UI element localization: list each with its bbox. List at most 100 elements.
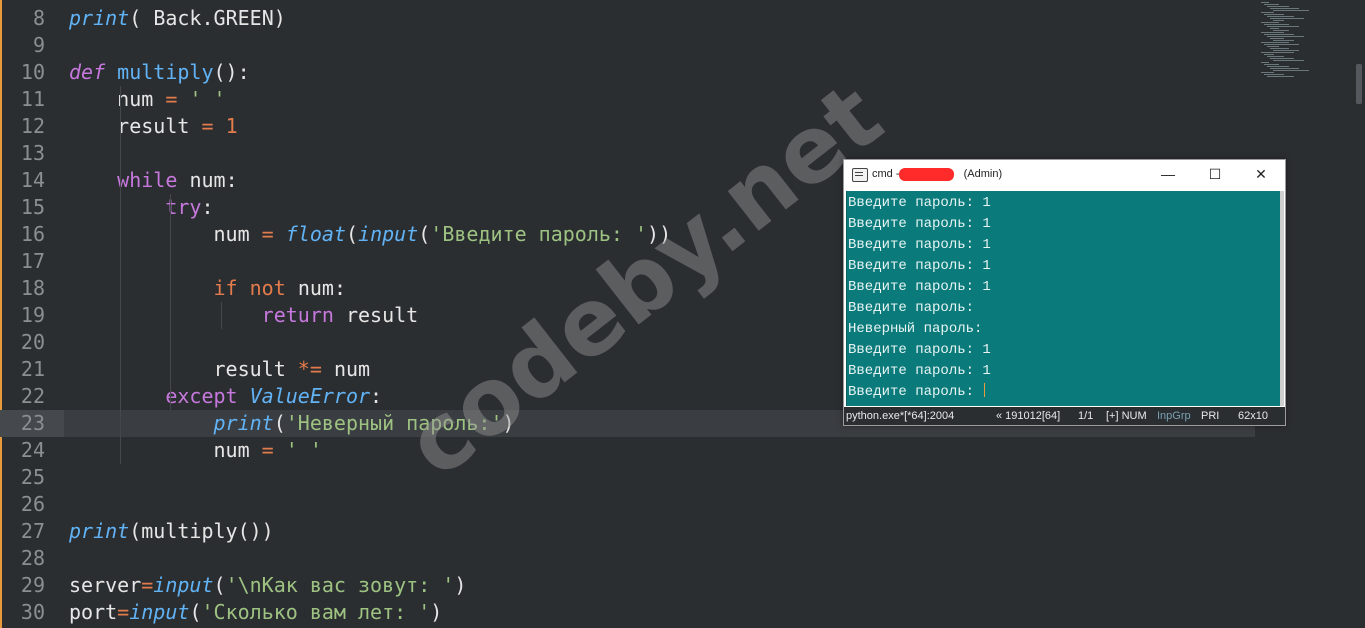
- code-line[interactable]: 11 num = ' ': [0, 86, 1255, 113]
- minimap-line: [1273, 50, 1299, 51]
- line-number: 20: [20, 330, 45, 354]
- code-line[interactable]: 9: [0, 32, 1255, 59]
- code-text: num = float(input('Введите пароль: ')): [213, 222, 672, 246]
- line-number: 8: [32, 6, 45, 30]
- console-line: Введите пароль: 1: [848, 342, 991, 358]
- code-line[interactable]: 29 server=input('\nКак вас зовут: '): [0, 572, 1255, 599]
- redaction-mark: [899, 168, 954, 181]
- code-text: num = ' ': [213, 438, 322, 462]
- minimap-line: [1261, 12, 1274, 13]
- line-number: 19: [20, 303, 45, 327]
- minimap-line: [1273, 70, 1309, 71]
- editor-scrollbar[interactable]: [1356, 64, 1362, 104]
- minimap-line: [1264, 54, 1274, 55]
- minimap-line: [1270, 68, 1299, 69]
- code-line[interactable]: 26: [0, 491, 1255, 518]
- code-line[interactable]: 10 def multiply():: [0, 59, 1255, 86]
- minimap-line: [1273, 30, 1289, 31]
- minimap-line: [1267, 16, 1294, 17]
- code-line[interactable]: 24 num = ' ': [0, 437, 1255, 464]
- line-number: 30: [20, 600, 45, 624]
- line-number: 26: [20, 492, 45, 516]
- minimap-line: [1270, 18, 1304, 19]
- line-number: 29: [20, 573, 45, 597]
- code-text: except ValueError:: [165, 384, 383, 408]
- status-flags: [+] NUM: [1106, 410, 1147, 422]
- code-line[interactable]: 27 print(multiply()): [0, 518, 1255, 545]
- console-scrollbar[interactable]: [1280, 191, 1284, 406]
- status-process: python.exe*[*64]:2004: [846, 410, 955, 422]
- code-text: while num:: [117, 168, 238, 192]
- console-line: Введите пароль: 1: [848, 279, 991, 295]
- code-text: if not num:: [213, 276, 346, 300]
- code-text: print('Неверный пароль:'): [213, 411, 515, 435]
- code-text: try:: [165, 195, 214, 219]
- code-text: print( Back.GREEN): [69, 6, 286, 30]
- line-number: 23: [20, 411, 45, 435]
- line-number: 11: [20, 87, 45, 111]
- status-inpgrp: InpGrp: [1157, 410, 1191, 422]
- console-output[interactable]: Введите пароль: 1 Введите пароль: 1 Введит…: [846, 191, 1281, 406]
- code-line[interactable]: 12 result = 1: [0, 113, 1255, 140]
- minimap-line: [1270, 8, 1299, 9]
- indent-guide: [170, 194, 171, 410]
- console-line: Введите пароль: 1: [848, 195, 991, 211]
- minimap-line: [1264, 34, 1294, 35]
- line-number: 27: [20, 519, 45, 543]
- close-button[interactable]: ✕: [1238, 160, 1284, 189]
- line-number: 18: [20, 276, 45, 300]
- line-number: 21: [20, 357, 45, 381]
- code-text: def multiply():: [69, 60, 250, 84]
- console-titlebar[interactable]: cmd - (Admin) — ☐ ✕: [844, 160, 1285, 189]
- minimap-line: [1267, 36, 1304, 37]
- code-text: return result: [261, 303, 419, 327]
- maximize-button[interactable]: ☐: [1192, 160, 1238, 189]
- minimap-line: [1267, 26, 1299, 27]
- console-window[interactable]: cmd - (Admin) — ☐ ✕ Введите пароль: 1 Вве…: [843, 159, 1286, 426]
- minimap[interactable]: [1257, 0, 1357, 90]
- minimap-line: [1261, 52, 1294, 53]
- indent-guide: [120, 86, 121, 464]
- minimap-line: [1261, 42, 1289, 43]
- minimap-line: [1261, 62, 1269, 63]
- line-number: 24: [20, 438, 45, 462]
- minimap-line: [1264, 4, 1279, 5]
- console-line: Введите пароль:: [848, 382, 986, 403]
- line-number: 9: [32, 33, 45, 57]
- code-text: num = ' ': [117, 87, 226, 111]
- minimap-line: [1267, 66, 1289, 67]
- line-number: 14: [20, 168, 45, 192]
- minimap-line: [1264, 14, 1284, 15]
- code-text: print(multiply()): [69, 519, 274, 543]
- minimap-line: [1270, 48, 1289, 49]
- minimap-line: [1267, 6, 1289, 7]
- code-line[interactable]: 8 print( Back.GREEN): [0, 5, 1255, 32]
- minimap-line: [1267, 46, 1279, 47]
- code-line[interactable]: 25: [0, 464, 1255, 491]
- status-priority: PRI: [1201, 410, 1220, 422]
- text-cursor: [984, 383, 986, 397]
- minimap-line: [1270, 58, 1294, 59]
- line-number: 10: [20, 60, 45, 84]
- status-build: « 191012[64]: [996, 410, 1061, 422]
- code-line[interactable]: 30 port=input('Сколько вам лет: '): [0, 599, 1255, 626]
- minimap-line: [1270, 28, 1279, 29]
- console-statusbar: python.exe*[*64]:2004 « 191012[64] 1/1 […: [844, 407, 1285, 425]
- line-number: 28: [20, 546, 45, 570]
- minimap-line: [1261, 72, 1274, 73]
- code-line[interactable]: 28: [0, 545, 1255, 572]
- minimap-line: [1264, 44, 1299, 45]
- minimap-line: [1261, 22, 1279, 23]
- minimap-line: [1273, 20, 1284, 21]
- status-size: 62x10: [1238, 410, 1268, 422]
- line-number: 16: [20, 222, 45, 246]
- minimap-line: [1261, 2, 1269, 3]
- minimize-button[interactable]: —: [1145, 160, 1191, 189]
- console-line: Введите пароль: 1: [848, 363, 991, 379]
- line-number: 25: [20, 465, 45, 489]
- minimap-line: [1273, 40, 1294, 41]
- minimap-line: [1264, 64, 1279, 65]
- line-number: 12: [20, 114, 45, 138]
- line-number: 17: [20, 249, 45, 273]
- console-line: Введите пароль: 1: [848, 216, 991, 232]
